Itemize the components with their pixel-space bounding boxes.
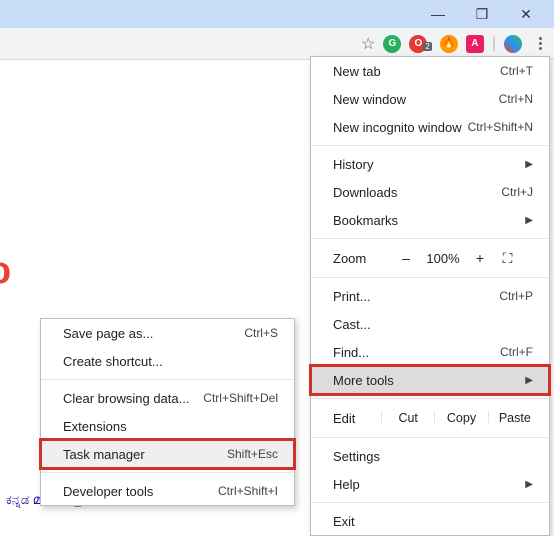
menu-print[interactable]: Print... Ctrl+P	[311, 282, 549, 310]
menu-zoom: Zoom – 100% + ⛶	[311, 243, 549, 273]
menu-hint: Ctrl+Shift+Del	[203, 391, 278, 405]
submenu-task-manager[interactable]: Task manager Shift+Esc	[41, 440, 294, 468]
zoom-value: 100%	[421, 251, 465, 266]
menu-label: More tools	[333, 373, 394, 388]
extension-icon-green[interactable]: G	[383, 35, 401, 53]
submenu-create-shortcut[interactable]: Create shortcut...	[41, 347, 294, 375]
menu-incognito[interactable]: New incognito window Ctrl+Shift+N	[311, 113, 549, 141]
menu-hint: Ctrl+P	[499, 289, 533, 303]
menu-label: Developer tools	[63, 484, 153, 499]
chevron-right-icon: ▶	[525, 215, 533, 226]
more-tools-submenu: Save page as... Ctrl+S Create shortcut..…	[40, 318, 295, 506]
menu-separator	[311, 502, 549, 503]
menu-settings[interactable]: Settings	[311, 442, 549, 470]
toolbar-separator: |	[492, 35, 496, 53]
menu-bookmarks[interactable]: Bookmarks ▶	[311, 206, 549, 234]
menu-separator	[311, 398, 549, 399]
submenu-developer-tools[interactable]: Developer tools Ctrl+Shift+I	[41, 477, 294, 505]
menu-label: New window	[333, 92, 406, 107]
chevron-right-icon: ▶	[525, 479, 533, 490]
extension-icon-a[interactable]: A	[466, 35, 484, 53]
menu-label: Zoom	[333, 251, 391, 266]
menu-label: History	[333, 157, 373, 172]
menu-cast[interactable]: Cast...	[311, 310, 549, 338]
menu-separator	[41, 379, 294, 380]
menu-label: Save page as...	[63, 326, 153, 341]
menu-label: Settings	[333, 449, 380, 464]
menu-new-tab[interactable]: New tab Ctrl+T	[311, 57, 549, 85]
menu-label: Create shortcut...	[63, 354, 163, 369]
zoom-out-button[interactable]: –	[391, 250, 421, 266]
menu-help[interactable]: Help ▶	[311, 470, 549, 498]
menu-downloads[interactable]: Downloads Ctrl+J	[311, 178, 549, 206]
menu-separator	[311, 277, 549, 278]
menu-separator	[41, 472, 294, 473]
menu-exit[interactable]: Exit	[311, 507, 549, 535]
menu-separator	[311, 437, 549, 438]
menu-hint: Ctrl+J	[501, 185, 533, 199]
menu-hint: Ctrl+F	[500, 345, 533, 359]
kebab-menu-icon[interactable]	[530, 37, 550, 50]
menu-hint: Ctrl+Shift+N	[468, 120, 533, 134]
submenu-extensions[interactable]: Extensions	[41, 412, 294, 440]
minimize-button[interactable]: —	[416, 0, 460, 28]
fullscreen-icon[interactable]: ⛶	[495, 250, 519, 267]
edit-cut-button[interactable]: Cut	[381, 411, 434, 425]
edit-paste-button[interactable]: Paste	[488, 411, 541, 425]
zoom-in-button[interactable]: +	[465, 250, 495, 266]
menu-new-window[interactable]: New window Ctrl+N	[311, 85, 549, 113]
window-titlebar: — ❐ ✕	[0, 0, 554, 28]
extension-badge: 2	[423, 42, 431, 51]
extension-icon-flame[interactable]: 🔥	[440, 35, 458, 53]
menu-label: New tab	[333, 64, 381, 79]
menu-hint: Ctrl+T	[500, 64, 533, 78]
menu-label: Cast...	[333, 317, 371, 332]
menu-label: Bookmarks	[333, 213, 398, 228]
menu-hint: Ctrl+S	[244, 326, 278, 340]
menu-find[interactable]: Find... Ctrl+F	[311, 338, 549, 366]
menu-more-tools[interactable]: More tools ▶	[311, 366, 549, 394]
menu-hint: Ctrl+Shift+I	[218, 484, 278, 498]
menu-hint: Shift+Esc	[227, 447, 278, 461]
maximize-button[interactable]: ❐	[460, 0, 504, 28]
menu-separator	[311, 238, 549, 239]
menu-edit-row: Edit Cut Copy Paste	[311, 403, 549, 433]
close-button[interactable]: ✕	[504, 0, 548, 28]
menu-history[interactable]: History ▶	[311, 150, 549, 178]
menu-label: Downloads	[333, 185, 397, 200]
menu-label: Find...	[333, 345, 369, 360]
page-logo-partial: ɔ	[0, 250, 11, 293]
chevron-right-icon: ▶	[525, 159, 533, 170]
menu-label: Edit	[333, 411, 381, 426]
chrome-main-menu: New tab Ctrl+T New window Ctrl+N New inc…	[310, 56, 550, 536]
menu-label: Extensions	[63, 419, 127, 434]
bookmark-star-icon[interactable]: ☆	[361, 34, 375, 54]
menu-label: Task manager	[63, 447, 145, 462]
menu-hint: Ctrl+N	[499, 92, 533, 106]
menu-separator	[311, 145, 549, 146]
menu-label: Help	[333, 477, 360, 492]
menu-label: Print...	[333, 289, 371, 304]
menu-label: New incognito window	[333, 120, 462, 135]
edit-copy-button[interactable]: Copy	[434, 411, 487, 425]
submenu-save-page[interactable]: Save page as... Ctrl+S	[41, 319, 294, 347]
submenu-clear-data[interactable]: Clear browsing data... Ctrl+Shift+Del	[41, 384, 294, 412]
chevron-right-icon: ▶	[525, 375, 533, 386]
profile-avatar[interactable]	[504, 35, 522, 53]
menu-label: Clear browsing data...	[63, 391, 189, 406]
